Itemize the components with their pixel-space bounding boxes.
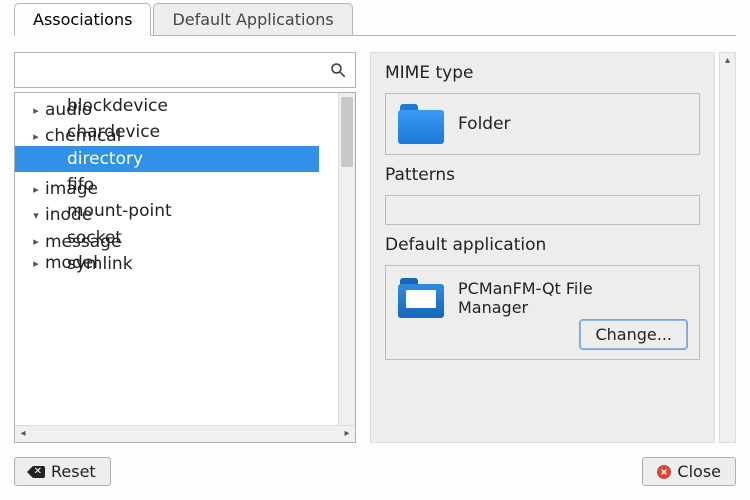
- details-panel: MIME type Folder Patterns Default applic…: [370, 52, 715, 443]
- change-button[interactable]: Change...: [580, 320, 687, 349]
- tab-default-applications[interactable]: Default Applications: [153, 3, 352, 36]
- tree-horizontal-scrollbar[interactable]: ◂ ▸: [15, 425, 355, 442]
- file-manager-icon: [398, 278, 444, 318]
- mime-type-label: MIME type: [385, 63, 700, 83]
- mime-tree-list: ▸ audio ▸ chemical ▸ font ▸: [15, 93, 337, 269]
- reset-button[interactable]: ✕ Reset: [14, 457, 111, 486]
- scroll-left-icon[interactable]: ◂: [17, 428, 29, 440]
- tree-item-socket[interactable]: socket: [15, 225, 319, 251]
- scrollbar-track[interactable]: [31, 428, 339, 440]
- right-column: MIME type Folder Patterns Default applic…: [370, 52, 736, 443]
- change-button-label: Change...: [595, 325, 672, 344]
- button-bar: ✕ Reset Close: [14, 443, 736, 486]
- mime-search-input[interactable]: [23, 61, 329, 80]
- folder-icon: [398, 104, 444, 144]
- tree-item-symlink[interactable]: symlink: [15, 251, 319, 277]
- reset-button-label: Reset: [51, 462, 96, 481]
- scroll-right-icon[interactable]: ▸: [341, 428, 353, 440]
- default-application-label: Default application: [385, 235, 700, 255]
- mime-tree-scroll: ▸ audio ▸ chemical ▸ font ▸: [15, 93, 355, 425]
- default-application-value: PCManFM-Qt File Manager: [458, 279, 628, 317]
- tree-item-blockdevice[interactable]: blockdevice: [15, 93, 319, 119]
- default-application-box: PCManFM-Qt File Manager Change...: [385, 265, 700, 360]
- tabbar: Associations Default Applications: [14, 2, 736, 36]
- close-button-label: Close: [677, 462, 721, 481]
- reset-icon: ✕: [29, 466, 45, 478]
- mime-tree: ▸ audio ▸ chemical ▸ font ▸: [14, 92, 356, 443]
- tree-item-mount-point[interactable]: mount-point: [15, 198, 319, 224]
- close-button[interactable]: Close: [642, 457, 736, 486]
- tab-default-applications-label: Default Applications: [172, 10, 333, 29]
- tree-item-directory[interactable]: directory: [15, 146, 319, 172]
- scrollbar-thumb[interactable]: [341, 97, 353, 167]
- associations-window: Associations Default Applications: [0, 0, 750, 500]
- close-icon: [657, 465, 671, 479]
- mime-type-value: Folder: [458, 114, 511, 134]
- tab-associations-label: Associations: [33, 10, 132, 29]
- mime-type-box: Folder: [385, 93, 700, 155]
- tree-item-chardevice[interactable]: chardevice: [15, 119, 319, 145]
- tree-item-fifo[interactable]: fifo: [15, 172, 319, 198]
- scroll-up-icon[interactable]: ▴: [720, 55, 735, 66]
- patterns-box: [385, 195, 700, 225]
- search-icon: [329, 61, 347, 79]
- tab-associations[interactable]: Associations: [14, 3, 151, 36]
- left-column: ▸ audio ▸ chemical ▸ font ▸: [14, 52, 356, 443]
- mime-search-box[interactable]: [14, 52, 356, 88]
- tab-content: ▸ audio ▸ chemical ▸ font ▸: [14, 36, 736, 443]
- tree-vertical-scrollbar[interactable]: [338, 93, 355, 425]
- details-vertical-scrollbar[interactable]: ▴: [719, 52, 736, 443]
- patterns-label: Patterns: [385, 165, 700, 185]
